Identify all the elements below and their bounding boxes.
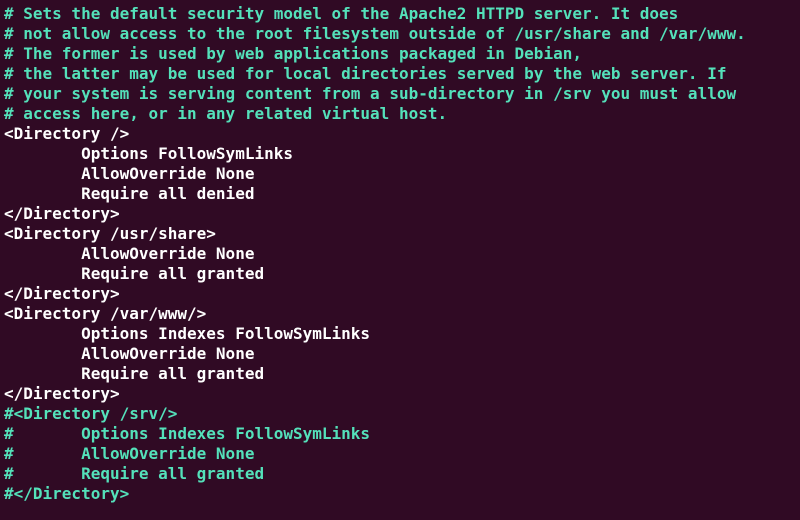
config-line: <Directory /> [4,124,796,144]
config-line: # your system is serving content from a … [4,84,796,104]
config-line: <Directory /usr/share> [4,224,796,244]
config-line: </Directory> [4,204,796,224]
config-line: # the latter may be used for local direc… [4,64,796,84]
config-line: # AllowOverride None [4,444,796,464]
config-line: AllowOverride None [4,164,796,184]
config-line: #<Directory /srv/> [4,404,796,424]
config-line: # access here, or in any related virtual… [4,104,796,124]
config-line: Require all denied [4,184,796,204]
config-line: # The former is used by web applications… [4,44,796,64]
config-line: AllowOverride None [4,244,796,264]
config-line: </Directory> [4,384,796,404]
config-line: #</Directory> [4,484,796,504]
config-line: # Options Indexes FollowSymLinks [4,424,796,444]
config-line: # Require all granted [4,464,796,484]
config-line: # not allow access to the root filesyste… [4,24,796,44]
config-line: AllowOverride None [4,344,796,364]
config-line: Require all granted [4,364,796,384]
config-line: </Directory> [4,284,796,304]
config-line: <Directory /var/www/> [4,304,796,324]
terminal-output: # Sets the default security model of the… [4,4,796,504]
config-line: Options Indexes FollowSymLinks [4,324,796,344]
config-line: Options FollowSymLinks [4,144,796,164]
config-line: # Sets the default security model of the… [4,4,796,24]
config-line: Require all granted [4,264,796,284]
